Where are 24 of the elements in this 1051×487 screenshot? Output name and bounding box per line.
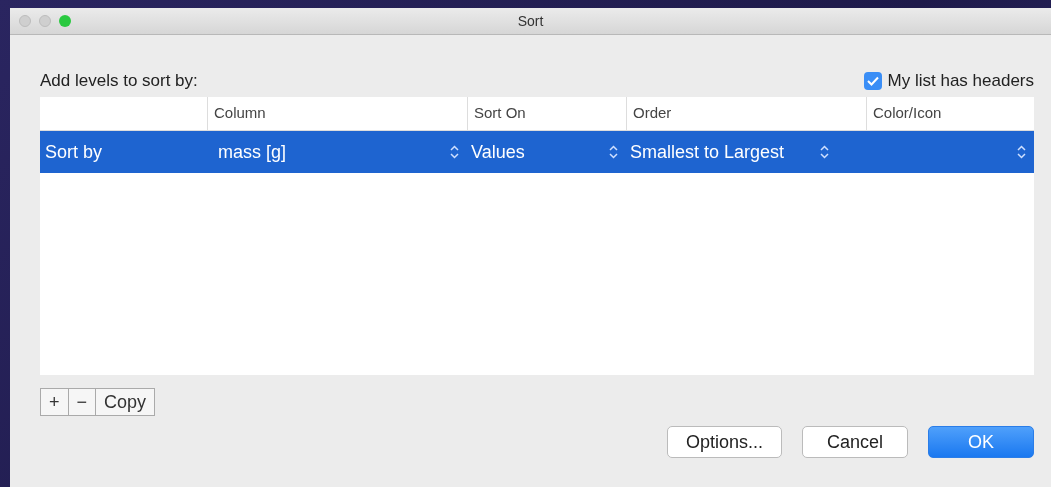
stepper-icon bbox=[450, 145, 459, 159]
column-header[interactable]: Order bbox=[626, 97, 866, 130]
stepper-icon bbox=[609, 145, 618, 159]
dialog-button[interactable]: Cancel bbox=[802, 426, 908, 458]
column-select[interactable]: mass [g] bbox=[218, 141, 287, 163]
dialog-button[interactable]: Options... bbox=[666, 426, 782, 458]
sort-on-select[interactable]: Values bbox=[471, 141, 525, 163]
column-header[interactable]: Sort On bbox=[467, 97, 626, 130]
window-title: Sort bbox=[517, 13, 544, 29]
zoom-icon[interactable] bbox=[59, 15, 71, 27]
checkbox[interactable] bbox=[863, 72, 882, 90]
order-select[interactable]: Smallest to Largest bbox=[630, 141, 785, 163]
prompt-label: Add levels to sort by: bbox=[40, 71, 198, 91]
row-label: Sort by bbox=[44, 141, 104, 163]
checkbox-label: My list has headers bbox=[887, 71, 1034, 91]
stepper-icon bbox=[820, 145, 830, 159]
minimize-icon[interactable] bbox=[39, 15, 51, 27]
column-header[interactable]: Color/Icon bbox=[866, 97, 1034, 130]
sort-level-row[interactable]: Sort by mass [g] Values Smallest to Largest bbox=[40, 131, 1034, 173]
close-icon[interactable] bbox=[19, 15, 31, 27]
copy-level-button[interactable]: Copy bbox=[95, 388, 156, 416]
stepper-icon bbox=[1017, 145, 1026, 159]
add-level-button[interactable]: + bbox=[40, 388, 69, 416]
column-header[interactable]: Column bbox=[207, 97, 467, 130]
